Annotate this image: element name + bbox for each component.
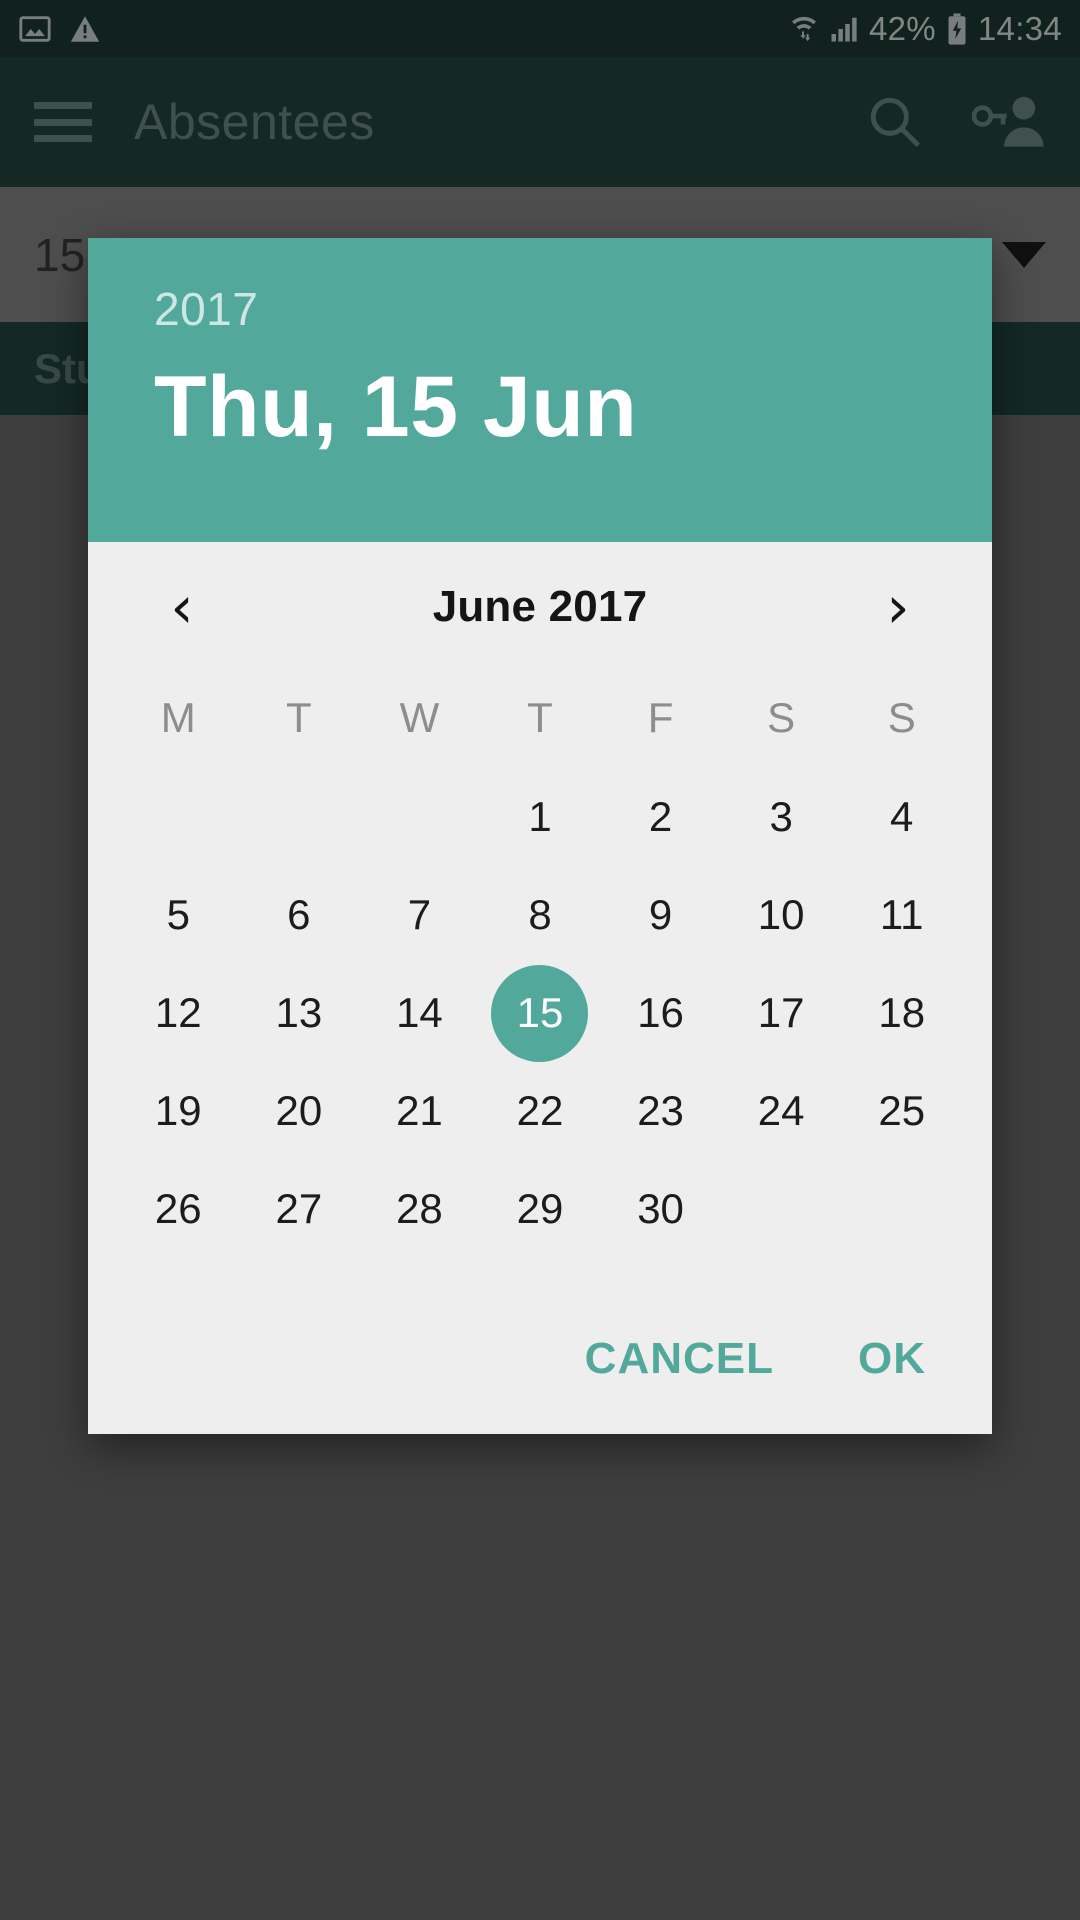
day-label: 29 <box>516 1185 564 1232</box>
day-label: 20 <box>275 1087 323 1134</box>
weekday-label: F <box>647 694 674 741</box>
day-cell[interactable]: 5 <box>118 866 239 964</box>
day-label: 14 <box>396 989 443 1036</box>
weekday-label: T <box>286 694 312 741</box>
weekday-label: T <box>527 694 553 741</box>
day-cell[interactable]: 24 <box>721 1062 842 1160</box>
day-cell[interactable]: 9 <box>600 866 721 964</box>
day-label: 17 <box>757 989 805 1036</box>
day-cell[interactable]: 15 <box>480 964 601 1062</box>
day-cell-empty <box>841 1160 962 1258</box>
dialog-header-year[interactable]: 2017 <box>154 282 926 336</box>
day-label: 19 <box>154 1087 202 1134</box>
day-cell[interactable]: 29 <box>480 1160 601 1258</box>
day-cell[interactable]: 22 <box>480 1062 601 1160</box>
dialog-actions: CANCEL OK <box>88 1284 992 1434</box>
day-label: 10 <box>757 891 805 938</box>
day-cell[interactable]: 1 <box>480 768 601 866</box>
day-cell[interactable]: 17 <box>721 964 842 1062</box>
day-label: 28 <box>396 1185 443 1232</box>
day-cell[interactable]: 13 <box>239 964 360 1062</box>
day-label: 3 <box>769 793 793 840</box>
weekday-label: M <box>160 694 196 741</box>
dialog-header: 2017 Thu, 15 Jun <box>88 238 992 542</box>
day-cell[interactable]: 27 <box>239 1160 360 1258</box>
days-grid: 1 2 3 4 5 6 7 8 9 10 11 12 13 14 15 16 17 18 19 20 21 22 23 24 2… <box>88 768 992 1258</box>
day-cell[interactable]: 16 <box>600 964 721 1062</box>
day-cell[interactable]: 30 <box>600 1160 721 1258</box>
day-label: 26 <box>154 1185 202 1232</box>
day-cell[interactable]: 14 <box>359 964 480 1062</box>
day-label: 12 <box>154 989 202 1036</box>
chevron-left-icon[interactable]: ‹ <box>146 571 218 643</box>
weekday-label: S <box>767 694 796 741</box>
day-cell-empty <box>118 768 239 866</box>
day-label: 27 <box>275 1185 323 1232</box>
day-label: 4 <box>890 793 914 840</box>
day-cell[interactable]: 21 <box>359 1062 480 1160</box>
day-label: 30 <box>637 1185 684 1232</box>
month-navigation: ‹ June 2017 › <box>88 542 992 672</box>
day-label: 5 <box>166 891 190 938</box>
day-cell[interactable]: 26 <box>118 1160 239 1258</box>
ok-button[interactable]: OK <box>858 1334 926 1384</box>
day-cell[interactable]: 23 <box>600 1062 721 1160</box>
day-label: 1 <box>528 793 552 840</box>
day-cell[interactable]: 19 <box>118 1062 239 1160</box>
dialog-header-date[interactable]: Thu, 15 Jun <box>154 358 926 457</box>
day-label: 11 <box>879 891 924 938</box>
day-cell[interactable]: 28 <box>359 1160 480 1258</box>
weekday-label: S <box>887 694 916 741</box>
day-cell[interactable]: 7 <box>359 866 480 964</box>
day-label: 23 <box>637 1087 684 1134</box>
day-cell[interactable]: 4 <box>841 768 962 866</box>
day-cell[interactable]: 20 <box>239 1062 360 1160</box>
day-label: 8 <box>528 891 552 938</box>
day-cell-empty <box>721 1160 842 1258</box>
day-label: 6 <box>287 891 311 938</box>
day-cell[interactable]: 10 <box>721 866 842 964</box>
day-cell[interactable]: 2 <box>600 768 721 866</box>
day-label: 16 <box>637 989 684 1036</box>
day-cell[interactable]: 12 <box>118 964 239 1062</box>
month-year-label: June 2017 <box>432 582 648 631</box>
weekday-header-row: MTWTFSS <box>88 672 992 764</box>
day-label: 13 <box>275 989 323 1036</box>
day-label: 25 <box>878 1087 926 1134</box>
day-cell[interactable]: 11 <box>841 866 962 964</box>
day-label: 21 <box>396 1087 443 1134</box>
day-cell[interactable]: 6 <box>239 866 360 964</box>
day-cell[interactable]: 25 <box>841 1062 962 1160</box>
day-cell-empty <box>239 768 360 866</box>
day-label: 24 <box>757 1087 805 1134</box>
weekday-label: W <box>399 694 440 741</box>
day-cell[interactable]: 8 <box>480 866 601 964</box>
day-label: 9 <box>648 891 673 938</box>
calendar-body: ‹ June 2017 › MTWTFSS 1 2 3 4 5 6 7 8 9 10 11 12 13 1… <box>88 542 992 1434</box>
day-cell[interactable]: 3 <box>721 768 842 866</box>
day-cell-empty <box>359 768 480 866</box>
cancel-button[interactable]: CANCEL <box>585 1334 774 1384</box>
day-label: 15 <box>516 989 564 1036</box>
day-cell[interactable]: 18 <box>841 964 962 1062</box>
chevron-right-icon[interactable]: › <box>862 571 934 643</box>
day-label: 2 <box>648 793 673 840</box>
day-label: 18 <box>878 989 926 1036</box>
day-label: 22 <box>516 1087 564 1134</box>
date-picker-dialog: 2017 Thu, 15 Jun ‹ June 2017 › MTWTFSS 1… <box>88 238 992 1434</box>
day-label: 7 <box>407 891 432 938</box>
